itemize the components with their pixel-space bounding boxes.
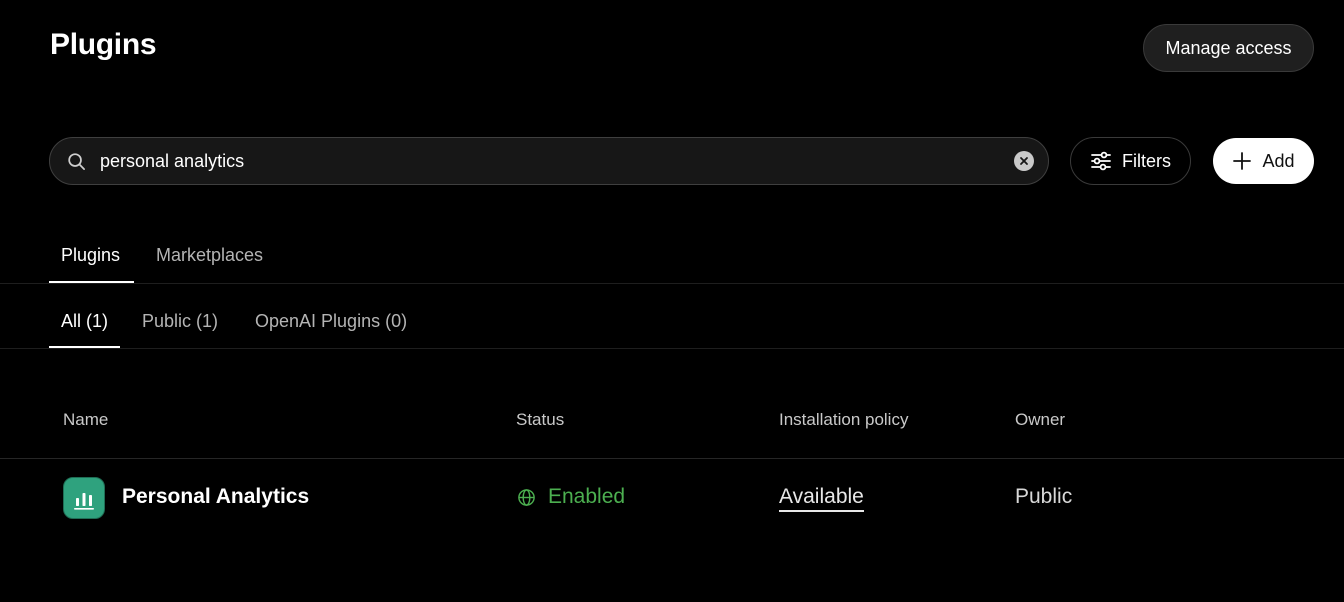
search-input[interactable] <box>100 150 1014 172</box>
add-label: Add <box>1262 150 1295 171</box>
filters-button[interactable]: Filters <box>1070 137 1191 185</box>
filters-label: Filters <box>1122 150 1171 171</box>
subtabs-divider <box>0 348 1344 349</box>
installation-policy-link[interactable]: Available <box>779 485 864 512</box>
bar-chart-icon <box>63 477 105 519</box>
page-title: Plugins <box>50 28 157 61</box>
column-header-name: Name <box>63 410 109 429</box>
table-header-divider <box>0 458 1344 459</box>
subtab-openai-plugins[interactable]: OpenAI Plugins (0) <box>255 311 407 332</box>
tabs-divider <box>0 283 1344 284</box>
subtab-public[interactable]: Public (1) <box>142 311 218 332</box>
sliders-icon <box>1090 150 1112 172</box>
plus-icon <box>1232 151 1252 171</box>
column-header-status: Status <box>516 410 565 429</box>
manage-access-label: Manage access <box>1165 37 1292 58</box>
search-bar[interactable] <box>49 137 1049 185</box>
owner-text: Public <box>1015 485 1073 508</box>
subtab-all[interactable]: All (1) <box>61 311 108 332</box>
globe-icon <box>517 488 536 507</box>
tab-marketplaces[interactable]: Marketplaces <box>156 245 263 266</box>
status-text: Enabled <box>548 485 626 508</box>
clear-search-button[interactable] <box>1014 151 1034 171</box>
column-header-owner: Owner <box>1015 410 1066 429</box>
add-button[interactable]: Add <box>1213 138 1314 184</box>
status-badge: Enabled <box>517 485 625 509</box>
close-icon <box>1020 157 1028 165</box>
column-header-installation-policy: Installation policy <box>779 410 909 429</box>
search-icon <box>67 151 87 171</box>
manage-access-button[interactable]: Manage access <box>1143 24 1314 72</box>
plugin-name[interactable]: Personal Analytics <box>122 485 309 509</box>
tab-plugins[interactable]: Plugins <box>61 245 120 266</box>
